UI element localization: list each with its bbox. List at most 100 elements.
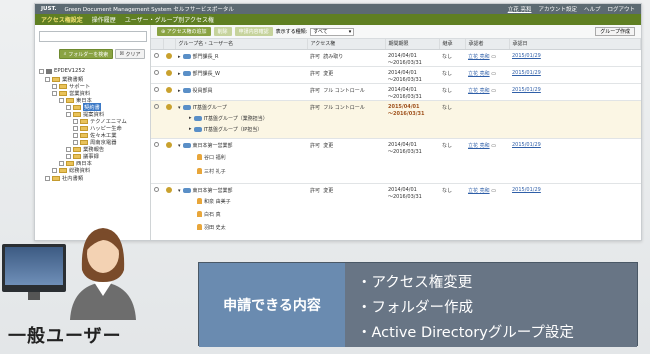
collapse-icon[interactable] bbox=[66, 111, 71, 117]
collapse-icon[interactable] bbox=[45, 76, 50, 82]
member-row[interactable]: 白石 真 bbox=[197, 211, 221, 218]
table-header: グループ名・ユーザー名 アクセス権 期間期限 継承 承認者 承認日 bbox=[151, 39, 641, 50]
expand-icon[interactable] bbox=[66, 146, 71, 152]
checkbox[interactable] bbox=[154, 141, 159, 147]
callout-items: ・アクセス権変更 ・フォルダー作成 ・Active Directoryグループ設… bbox=[345, 263, 637, 347]
monitor-icon bbox=[2, 244, 66, 300]
edit-icon[interactable] bbox=[166, 86, 172, 93]
col-permission: アクセス権 bbox=[307, 39, 386, 50]
table-row[interactable]: ▾ 東日本第一営業部 谷口 福利 三村 礼子 許可 変更 2014/04/01 ～2… bbox=[151, 138, 641, 184]
folder-icon bbox=[80, 139, 88, 145]
folder-icon bbox=[73, 146, 81, 152]
comment-icon[interactable]: ▭ bbox=[491, 188, 496, 194]
comment-icon[interactable]: ▭ bbox=[491, 54, 496, 60]
collapse-icon[interactable] bbox=[59, 97, 64, 103]
checkbox[interactable] bbox=[154, 103, 159, 109]
expand-icon[interactable] bbox=[59, 160, 64, 166]
member-row[interactable]: 谷口 福利 bbox=[197, 154, 226, 161]
folder-search-button[interactable]: ⌕ フォルダーを検索 bbox=[59, 49, 113, 59]
expand-icon[interactable] bbox=[66, 104, 71, 110]
main-menu: アクセス権設定 操作履歴 ユーザー・グループ別アクセス権 bbox=[35, 14, 641, 25]
chevron-down-icon: ▾ bbox=[348, 28, 352, 35]
checkbox[interactable] bbox=[154, 69, 159, 75]
comment-icon[interactable]: ▭ bbox=[491, 88, 496, 94]
col-approved-date: 承認日 bbox=[509, 39, 641, 50]
account-settings-link[interactable]: アカウント設定 bbox=[538, 5, 577, 13]
subgroup-row[interactable]: ▸ IT基盤グループ（業務担当） bbox=[189, 115, 268, 122]
folder-icon bbox=[59, 167, 67, 173]
expand-icon[interactable] bbox=[73, 132, 78, 138]
user-icon bbox=[197, 224, 202, 230]
logout-link[interactable]: ログアウト bbox=[607, 5, 635, 13]
menu-user-group-access[interactable]: ユーザー・グループ別アクセス権 bbox=[125, 15, 214, 24]
table-row[interactable]: ▾ 東日本第一営業部 和泉 由美子 白石 真 羽田 史太 許可 変更 2014/0… bbox=[151, 183, 641, 240]
collapse-icon[interactable] bbox=[52, 90, 57, 96]
col-inherit: 継承 bbox=[439, 39, 466, 50]
member-row[interactable]: 三村 礼子 bbox=[197, 168, 226, 175]
group-icon bbox=[182, 87, 191, 93]
edit-icon[interactable] bbox=[166, 186, 172, 193]
subgroup-row[interactable]: ▸ IT基盤グループ（IP担当） bbox=[189, 126, 262, 133]
tree-node[interactable]: 社内書類 bbox=[45, 174, 83, 182]
expand-icon[interactable] bbox=[73, 125, 78, 131]
tree-node[interactable]: 総務資料 bbox=[52, 166, 90, 174]
access-table: グループ名・ユーザー名 アクセス権 期間期限 継承 承認者 承認日 ▸ 部門課長_R 許… bbox=[151, 39, 641, 240]
callout-item: ・フォルダー作成 bbox=[357, 300, 473, 316]
app-window: JUST. Green Document Management System セ… bbox=[34, 3, 642, 241]
expand-icon[interactable] bbox=[52, 83, 57, 89]
add-access-button[interactable]: ⊕ アクセス権の追加 bbox=[157, 27, 211, 36]
group-create-button[interactable]: グループ作成 bbox=[595, 27, 635, 36]
table-row[interactable]: ▸ 部門課長_W 許可 変更 2014/04/01 ～2016/03/31 なし 立… bbox=[151, 66, 641, 84]
member-row[interactable]: 羽田 史太 bbox=[197, 224, 226, 231]
edit-icon[interactable] bbox=[166, 103, 172, 110]
table-row[interactable]: ▸ 部門課長_R 許可 読み取り 2014/04/01 ～2016/03/31 なし… bbox=[151, 49, 641, 67]
col-name: グループ名・ユーザー名 bbox=[175, 39, 308, 50]
edit-icon[interactable] bbox=[166, 52, 172, 59]
help-link[interactable]: ヘルプ bbox=[584, 5, 601, 13]
edit-icon[interactable] bbox=[166, 141, 172, 148]
toolbar: ⊕ アクセス権の追加 削除 申請内容確認 表示する種類: すべて ▾ グループ作成 bbox=[151, 25, 641, 39]
checkbox[interactable] bbox=[154, 86, 159, 92]
display-type-select[interactable]: すべて ▾ bbox=[310, 27, 355, 36]
tree-node[interactable]: EPDEV1252 bbox=[39, 67, 85, 75]
table-row[interactable]: ▸ 役員部員 許可 フル コントロール 2014/04/01 ～2016/03/31… bbox=[151, 83, 641, 101]
app-title: Green Document Management System セルフサービス… bbox=[64, 7, 234, 13]
member-row[interactable]: 和泉 由美子 bbox=[197, 198, 231, 205]
user-name[interactable]: 立花 亮和 bbox=[508, 5, 532, 13]
user-icon bbox=[197, 168, 202, 174]
menu-access-settings[interactable]: アクセス権設定 bbox=[41, 15, 83, 24]
edit-icon[interactable] bbox=[166, 69, 172, 76]
expand-icon[interactable] bbox=[45, 175, 50, 181]
expand-icon[interactable] bbox=[52, 167, 57, 173]
clear-button[interactable]: ☒ クリア bbox=[115, 49, 145, 59]
request-callout: 申請できる内容 ・アクセス権変更 ・フォルダー作成 ・Active Direct… bbox=[198, 262, 638, 347]
collapse-icon[interactable] bbox=[39, 68, 44, 74]
col-period: 期間期限 bbox=[385, 39, 440, 50]
expand-icon[interactable] bbox=[73, 139, 78, 145]
checkbox[interactable] bbox=[154, 52, 159, 58]
delete-button[interactable]: 削除 bbox=[213, 27, 232, 36]
menu-history[interactable]: 操作履歴 bbox=[92, 15, 116, 24]
top-bar: JUST. Green Document Management System セ… bbox=[35, 4, 641, 14]
group-icon bbox=[182, 187, 191, 193]
request-review-button[interactable]: 申請内容確認 bbox=[234, 27, 273, 36]
comment-icon[interactable]: ▭ bbox=[491, 143, 496, 149]
comment-icon[interactable]: ▭ bbox=[491, 71, 496, 77]
folder-panel: ⌕ フォルダーを検索 ☒ クリア EPDEV1252 業務書類 サポート 営業資… bbox=[35, 25, 151, 240]
expand-icon[interactable] bbox=[66, 153, 71, 159]
page: JUST. Green Document Management System セ… bbox=[0, 0, 650, 354]
user-illustration bbox=[70, 228, 136, 320]
expand-icon[interactable] bbox=[73, 118, 78, 124]
folder-icon bbox=[59, 90, 67, 96]
folder-icon bbox=[73, 104, 81, 110]
folder-icon bbox=[66, 160, 74, 166]
group-icon bbox=[193, 126, 202, 132]
folder-icon bbox=[80, 118, 88, 124]
checkbox[interactable] bbox=[154, 186, 159, 192]
folder-search-input[interactable] bbox=[39, 31, 147, 42]
server-icon bbox=[46, 68, 52, 74]
col-approver: 承認者 bbox=[465, 39, 510, 50]
table-row-highlighted[interactable]: ▾ IT基盤グループ ▸ IT基盤グループ（業務担当） ▸ IT基盤グループ（IP担当… bbox=[151, 100, 641, 139]
role-label: 一般ユーザー bbox=[8, 326, 122, 347]
folder-icon bbox=[73, 111, 81, 117]
